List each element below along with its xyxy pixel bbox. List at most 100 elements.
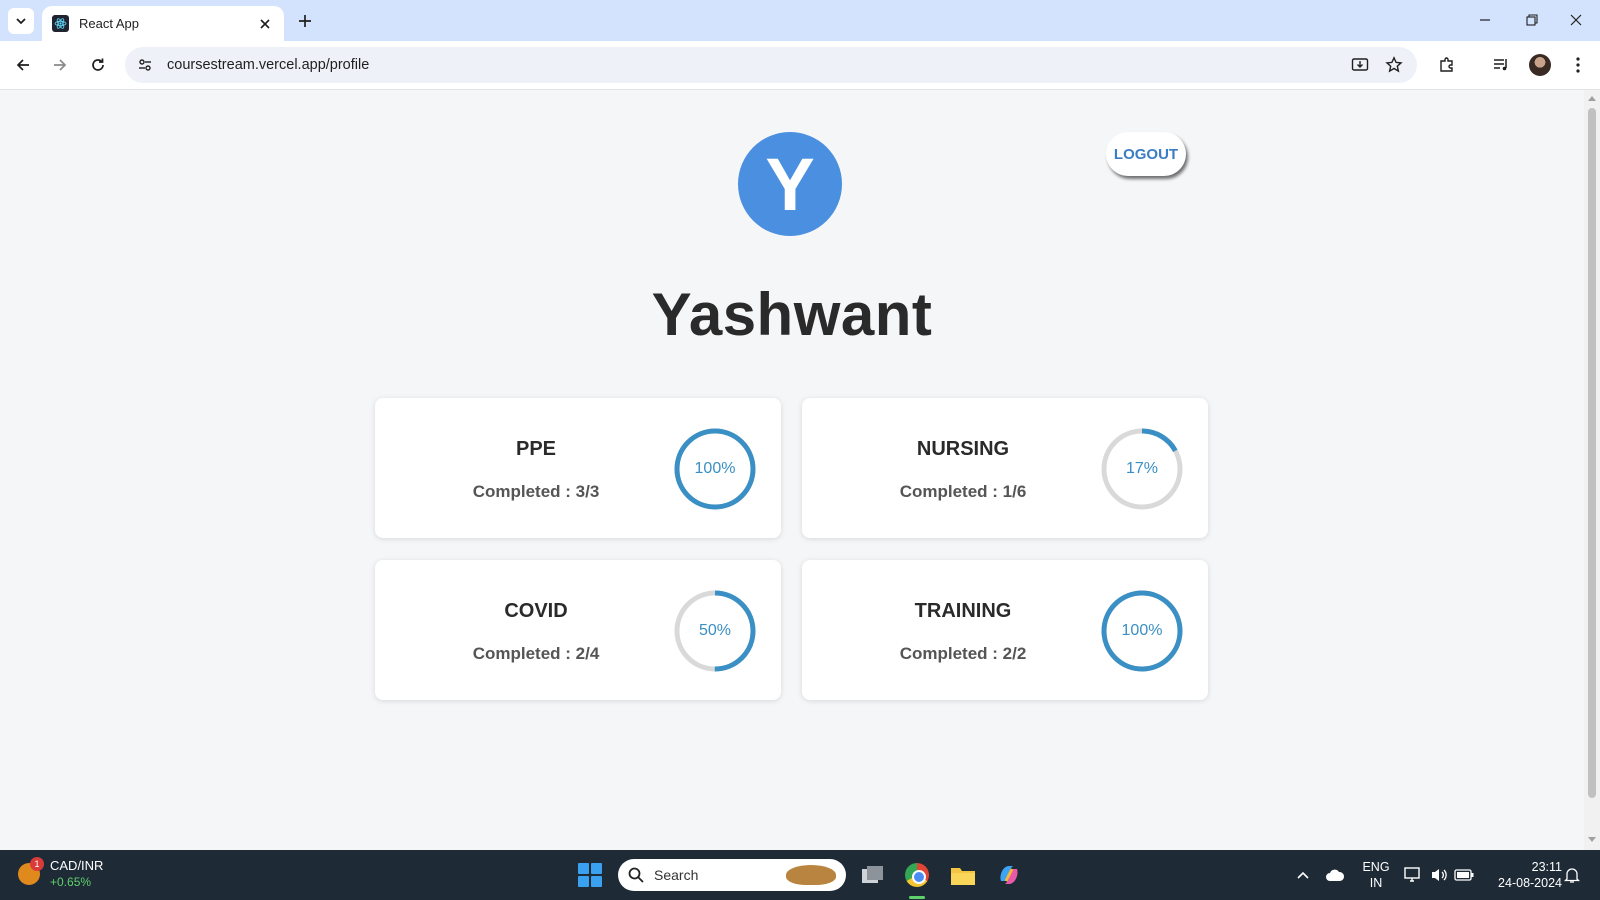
clock-time: 23:11 [1531,860,1562,874]
course-card-covid[interactable]: COVID Completed : 2/4 50% [375,560,781,700]
restore-button[interactable] [1519,8,1545,32]
extensions-button[interactable] [1434,52,1460,78]
install-app-button[interactable] [1347,52,1373,78]
progress-percent: 50% [698,622,732,639]
course-completed: Completed : 2/4 [472,644,600,663]
page-scrollbar[interactable] [1584,90,1600,850]
profile-avatar [1529,54,1551,76]
onedrive-button[interactable] [1325,865,1345,885]
browser-menu-button[interactable] [1565,52,1591,78]
course-title: TRAINING [914,600,1012,622]
back-button[interactable] [10,52,36,78]
course-title: PPE [515,438,557,460]
notifications-button[interactable] [1562,865,1582,885]
copilot-button[interactable] [995,861,1023,889]
plus-icon [299,15,311,27]
task-view-button[interactable] [859,861,887,889]
scroll-up-arrow[interactable] [1588,94,1596,102]
course-completed: Completed : 3/3 [472,482,600,501]
chrome-icon [905,863,929,887]
course-card-nursing[interactable]: NURSING Completed : 1/6 17% [802,398,1208,538]
currency-pair: CAD/INR [50,858,104,873]
close-icon [260,18,270,29]
copilot-icon [1000,866,1018,884]
profile-button[interactable] [1527,52,1553,78]
file-explorer-button[interactable] [949,861,977,889]
notification-badge: 1 [30,857,44,871]
course-title: COVID [504,600,568,622]
reload-button[interactable] [85,52,111,78]
logout-button[interactable]: LOGOUT [1106,132,1186,176]
speaker-icon [1432,869,1447,881]
clock[interactable]: 23:11 24-08-2024 [1482,859,1562,891]
course-completed: Completed : 2/2 [899,644,1027,663]
bell-icon [1564,868,1580,883]
tab-search-button[interactable] [8,8,34,34]
battery-icon [1454,869,1474,881]
cloud-icon [1326,869,1345,881]
folder-icon [951,868,975,885]
new-tab-button[interactable] [294,10,316,32]
more-vert-icon [1576,57,1580,73]
puzzle-icon [1440,57,1453,72]
browser-tab[interactable]: React App [42,6,284,41]
browser-toolbar: coursestream.vercel.app/profile [0,41,1600,90]
windows-logo-icon [578,863,589,874]
weather-finance-widget[interactable]: 1 CAD/INR +0.65% [18,857,104,890]
volume-button[interactable] [1429,865,1449,885]
react-icon [52,15,69,32]
forward-button[interactable] [47,52,73,78]
media-controls-button[interactable] [1488,52,1514,78]
reload-icon [92,58,104,71]
chevron-up-icon [1297,871,1309,879]
taskbar-search[interactable]: Search [618,859,846,891]
tab-title: React App [79,16,139,31]
network-icon [1404,867,1420,882]
progress-percent: 17% [1125,460,1159,477]
playlist-icon [1494,59,1507,71]
arrow-right-icon [54,59,67,71]
minimize-icon [1480,19,1490,21]
windows-start-button[interactable] [578,863,602,887]
bookmark-button[interactable] [1381,52,1407,78]
search-label: Search [654,867,699,883]
course-title: NURSING [916,438,1010,460]
language-indicator[interactable]: ENG IN [1358,859,1394,891]
scroll-down-arrow[interactable] [1588,836,1596,844]
close-icon [1570,14,1582,26]
address-bar[interactable]: coursestream.vercel.app/profile [125,47,1417,83]
task-view-icon [862,866,883,883]
install-icon [1351,58,1369,71]
url-text[interactable]: coursestream.vercel.app/profile [167,57,1339,73]
search-highlight-image [786,865,836,885]
windows-taskbar: 1 CAD/INR +0.65% Search ENG IN 23:11 24-… [0,850,1600,900]
show-hidden-icons-button[interactable] [1293,865,1313,885]
course-card-ppe[interactable]: PPE Completed : 3/3 100% [375,398,781,538]
tab-strip: React App [0,0,1600,41]
active-app-indicator [909,896,925,899]
battery-button[interactable] [1454,865,1474,885]
minimize-button[interactable] [1472,8,1498,32]
progress-percent: 100% [694,460,736,477]
finance-icon: 1 [18,857,44,885]
arrow-left-icon [16,59,29,71]
close-window-button[interactable] [1563,8,1589,32]
star-icon [1385,56,1403,73]
currency-change: +0.65% [50,875,92,889]
search-icon [628,867,644,883]
restore-icon [1526,14,1538,26]
chrome-taskbar-button[interactable] [903,861,931,889]
course-card-training[interactable]: TRAINING Completed : 2/2 100% [802,560,1208,700]
region-code: IN [1369,876,1383,890]
scroll-thumb[interactable] [1588,108,1596,798]
course-completed: Completed : 1/6 [899,482,1027,501]
clock-date: 24-08-2024 [1498,876,1562,890]
site-settings-icon[interactable] [135,55,155,75]
tab-close-button[interactable] [256,15,274,33]
chevron-down-icon [16,18,26,25]
user-name: Yashwant [651,281,933,348]
user-avatar: Y [738,132,842,236]
page-viewport: Y LOGOUT Yashwant PPE Completed : 3/3 10… [0,90,1584,850]
network-button[interactable] [1403,865,1423,885]
progress-percent: 100% [1121,622,1163,639]
